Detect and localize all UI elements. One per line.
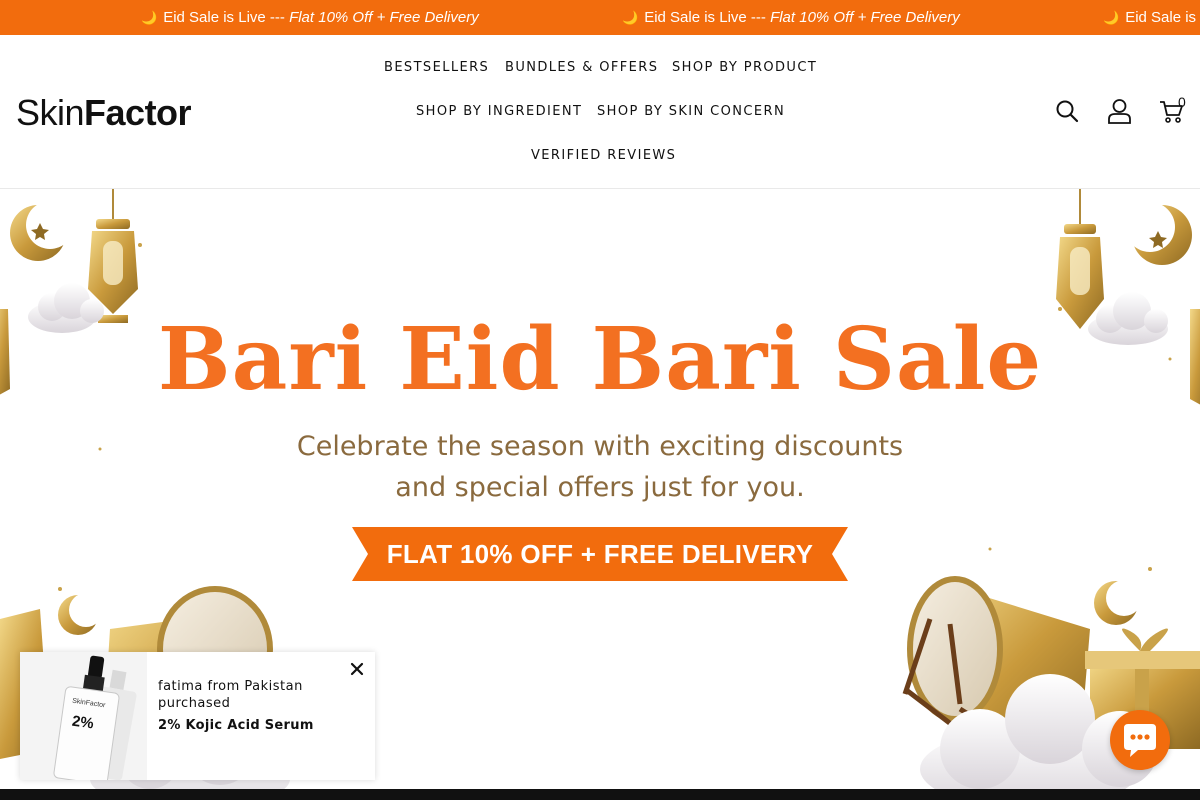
announcement-prefix: Eid Sale is Live --- [163,9,290,26]
close-icon[interactable] [348,660,366,678]
hero-title: Bari Eid Bari Sale [157,309,1043,410]
nav-shop-by-skin-concern[interactable]: SHOP BY SKIN CONCERN [597,104,785,119]
logo-part-factor: Factor [84,92,192,133]
purchase-message: fatima from Pakistan purchased [158,679,303,711]
crescent-moon-icon [1094,580,1142,625]
announcement-prefix: Eid Sale is Live --- [644,9,771,26]
chat-icon [1124,724,1156,757]
offer-ribbon[interactable]: FLAT 10% OFF + FREE DELIVERY [352,527,848,581]
announcement-bar: 🌙 Eid Sale is Live --- Flat 10% Off + Fre… [0,0,1200,35]
announcement-offer: Flat 10% Off + Free Delivery [770,9,960,26]
moon-icon: 🌙 [1103,10,1120,25]
site-header: SkinFactor BESTSELLERS BUNDLES & OFFERS … [0,35,1200,189]
announcement-item[interactable]: 🌙 Eid Sale is Live --- Flat 10% Off + Fre… [622,0,960,35]
search-icon[interactable] [1055,99,1079,123]
product-thumbnail[interactable]: SkinFactor 2% [20,652,147,780]
nav-bundles-offers[interactable]: BUNDLES & OFFERS [505,60,658,75]
site-logo[interactable]: SkinFactor [16,92,192,134]
footer-strip [0,789,1200,800]
announcement-prefix: Eid Sale is L [1125,9,1200,26]
crescent-moon-icon [10,201,74,261]
announcement-offer: Flat 10% Off + Free Delivery [289,9,479,26]
hero-subtitle-line1: Celebrate the season with exciting disco… [296,431,904,462]
nav-shop-by-ingredient[interactable]: SHOP BY INGREDIENT [416,104,582,119]
user-icon[interactable] [1107,98,1132,124]
moon-icon: 🌙 [141,10,158,25]
hero-subtitle-line2: and special offers just for you. [395,472,805,503]
cart-count-badge[interactable]: 0 [1178,94,1186,110]
chat-button[interactable] [1110,710,1170,770]
logo-part-skin: Skin [16,92,85,133]
purchase-notification[interactable]: SkinFactor 2% fatima from Pakistan purch… [20,652,375,780]
nav-verified-reviews[interactable]: VERIFIED REVIEWS [531,148,676,163]
purchased-product-name[interactable]: 2% Kojic Acid Serum [158,718,314,733]
nav-shop-by-product[interactable]: SHOP BY PRODUCT [672,60,817,75]
moon-icon: 🌙 [622,10,639,25]
crescent-moon-icon [1125,202,1192,265]
bottle-percent-label: 2% [70,712,95,733]
lantern-icon [1056,189,1104,329]
announcement-item[interactable]: 🌙 Eid Sale is Live --- Flat 10% Off + Fre… [141,0,479,35]
announcement-item[interactable]: 🌙 Eid Sale is L [1103,0,1200,35]
nav-bestsellers[interactable]: BESTSELLERS [384,60,489,75]
crescent-moon-icon [58,593,103,635]
